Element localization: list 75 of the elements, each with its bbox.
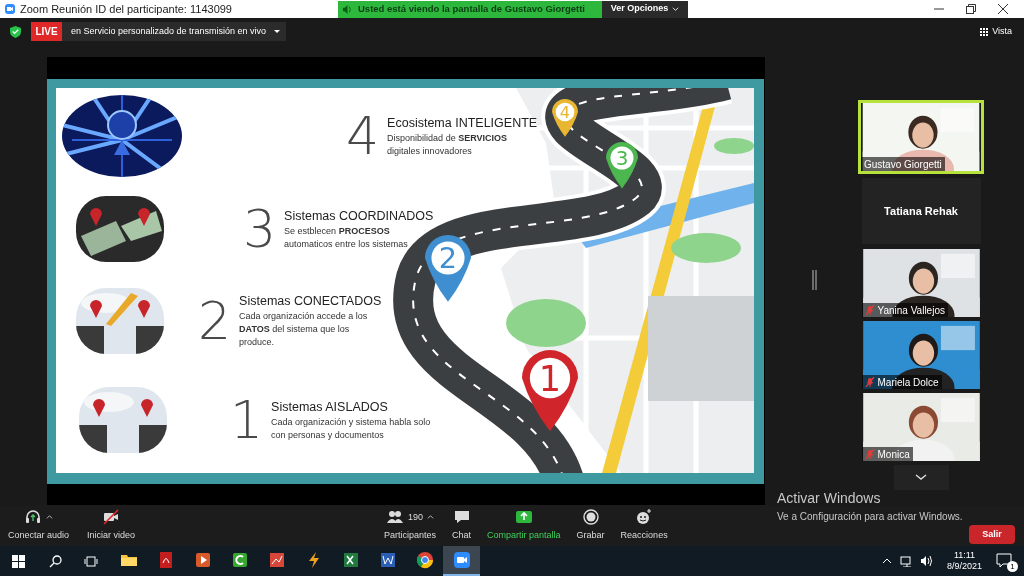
stage-title: Sistemas AISLADOS (271, 398, 389, 416)
participant-name: Mariela Dolce (877, 375, 939, 389)
shield-icon (10, 25, 21, 38)
caret-up-icon[interactable] (427, 513, 435, 521)
window-title: Zoom Reunión ID del participante: 1143099 (20, 1, 233, 17)
play-icon (193, 551, 212, 569)
muted-mic-icon (864, 305, 875, 315)
participant-name: Gustavo Giorgetti (864, 157, 942, 171)
live-badge: LIVE (31, 22, 62, 41)
stage-number: 4 (346, 110, 380, 162)
chevron-down-icon (915, 474, 927, 481)
volume-icon[interactable] (919, 555, 933, 567)
taskbar-app-button[interactable] (443, 546, 480, 576)
stage-description: Cada organización y sistema habla solo con personas y documentos (271, 416, 432, 443)
activation-text: Ve a Configuración para activar Windows. (777, 510, 963, 524)
browser-icon (415, 551, 434, 569)
record-icon (581, 508, 600, 527)
notification-count: 1 (1007, 561, 1018, 572)
toolbar-button[interactable]: Chat (448, 508, 476, 543)
view-options-button[interactable]: Ver Opciones (602, 0, 688, 18)
video-camera-icon (102, 508, 121, 527)
c-shape-icon (230, 551, 249, 569)
clock-time: 11:11 (953, 550, 976, 561)
network-icon[interactable] (899, 555, 912, 567)
stage-number: 2 (198, 294, 232, 347)
participant-count: 190 (408, 510, 424, 524)
stage-title: Ecosistema INTELIGENTE (387, 114, 538, 132)
leave-button[interactable]: Salir (969, 525, 1015, 544)
toolbar-button[interactable]: Iniciar video (83, 508, 140, 543)
task-view-icon[interactable] (84, 554, 98, 568)
share-banner-text: Usted está viendo la pantalla de Gustavo Giorgetti (358, 1, 585, 16)
speaker-icon (342, 3, 353, 15)
notification-icon[interactable] (996, 553, 1012, 568)
participant-name: Tatiana Rehak (884, 203, 958, 219)
clock[interactable]: 11:11 8/9/2021 (946, 550, 982, 572)
pin-number: 4 (559, 102, 571, 122)
stage-title: Sistemas COORDINADOS (284, 207, 434, 225)
stage-number: 3 (243, 203, 277, 255)
participant-name: Yanina Vallejos (877, 303, 945, 317)
pin-number: 1 (538, 358, 562, 399)
stage-description: Se estblecen PROCESOS automaticos entre los sistemas (284, 225, 409, 252)
participant-name: Monica (877, 447, 910, 461)
muted-mic-icon (864, 449, 875, 459)
toolbar-button[interactable]: 190 Participantes (380, 508, 441, 543)
toolbar-button[interactable]: Conectar audio (4, 508, 74, 543)
restore-icon[interactable] (966, 4, 976, 14)
toolbar-button[interactable]: Grabar (572, 508, 609, 543)
activation-title: Activar Windows (777, 489, 882, 508)
word-document-icon (378, 551, 397, 569)
stage-title: Sistemas CONECTADOS (239, 292, 382, 310)
pin-number: 2 (438, 241, 458, 276)
search-icon[interactable] (49, 554, 62, 568)
pin-number: 3 (615, 146, 629, 171)
stream-dropdown[interactable]: en Servicio personalizado de transmisión en vivo (62, 22, 287, 41)
stage-description: Disponibilidad de SERVICIOS digitales innovadores (387, 132, 508, 159)
caret-icon (274, 29, 281, 34)
stage-description: Cada organización accede a los DATOS del sistema que los produce. (239, 310, 369, 350)
smiley-icon (635, 508, 654, 527)
close-icon[interactable] (998, 4, 1008, 14)
stage-number: 1 (230, 394, 264, 446)
caret-up-icon[interactable] (46, 513, 53, 521)
chevron-up-icon[interactable] (881, 556, 892, 566)
app-icon (4, 3, 16, 15)
chevron-down-icon (672, 5, 680, 13)
grid-icon (980, 27, 989, 36)
resize-handle[interactable] (812, 270, 817, 290)
toolbar-button[interactable]: Reacciones (616, 508, 672, 543)
muted-mic-icon (864, 377, 875, 387)
video-camera-icon (452, 551, 471, 569)
spreadsheet-icon (341, 551, 360, 569)
clock-date: 8/9/2021 (946, 561, 982, 572)
chart-icon (267, 551, 286, 569)
windows-logo-icon[interactable] (12, 554, 25, 568)
view-button[interactable]: Vista (980, 24, 1012, 39)
toolbar-button[interactable]: Compartir pantalla (483, 508, 565, 543)
